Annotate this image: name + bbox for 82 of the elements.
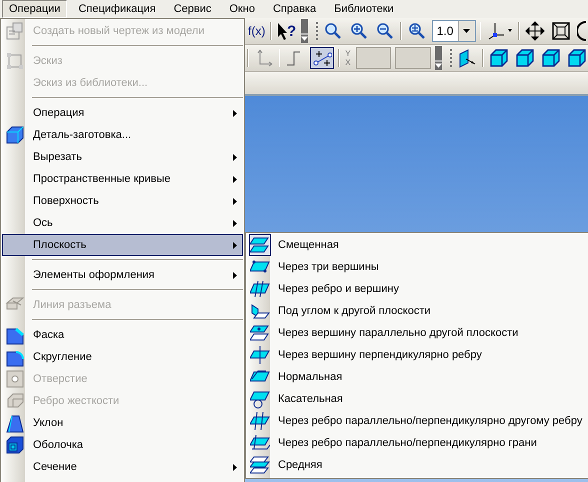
coordinate-field[interactable] (395, 47, 432, 69)
snap-button[interactable] (310, 47, 334, 69)
menu-bar-item[interactable]: Сервис (166, 0, 218, 18)
menu-item[interactable]: Средняя (247, 454, 588, 476)
menu-item[interactable]: Под углом к другой плоскости (247, 300, 588, 322)
menu-item[interactable]: Пространственные кривые (2, 168, 243, 190)
zoom-icon (323, 21, 344, 41)
menu-item[interactable]: Через три вершины (247, 256, 588, 278)
rotate-icon (577, 21, 588, 41)
cube-button[interactable] (540, 47, 562, 69)
scale-combo[interactable]: 1.0 (432, 20, 476, 42)
menu-item[interactable]: Фаска (2, 324, 243, 346)
zoom-scale-icon (406, 21, 427, 41)
menu-item[interactable]: Касательная (247, 388, 588, 410)
submenu-arrow-icon (233, 242, 237, 248)
toolbar-grip[interactable] (450, 49, 452, 67)
menu-item[interactable]: Плоскость (2, 234, 243, 256)
cursor-icon (276, 22, 287, 40)
menu-item[interactable]: Деталь-заготовка... (2, 124, 243, 146)
menu-bar-item[interactable]: Окно (222, 0, 262, 18)
cube-icon (567, 48, 588, 68)
cube-button[interactable] (566, 47, 588, 69)
menu-item[interactable]: Поверхность (2, 190, 243, 212)
shell-icon (5, 435, 25, 455)
submenu-arrow-icon (233, 220, 237, 226)
document-icon (5, 21, 25, 41)
coordinates-button[interactable]: Y X (344, 47, 352, 69)
caret-icon (301, 33, 308, 41)
snap-icon (312, 48, 332, 68)
menu-item[interactable]: Сечение (2, 456, 243, 478)
move-arrows-icon (525, 21, 546, 41)
menu-item[interactable]: Через ребро параллельно/перпендикулярно другому ребру (247, 410, 588, 432)
cube-icon (541, 48, 562, 68)
menu-item[interactable]: Через вершину перпендикулярно ребру (247, 344, 588, 366)
function-button[interactable]: f(x) (247, 20, 266, 42)
menu-item[interactable]: Операция (2, 102, 243, 124)
menu-bar-item[interactable]: Библиотеки (327, 0, 401, 18)
help-button[interactable]: ? (276, 20, 298, 42)
frame-icon (551, 21, 572, 41)
toolbar-overflow-button[interactable] (435, 46, 442, 70)
menu-item[interactable]: Через ребро параллельно/перпендикулярно грани (247, 432, 588, 454)
dropdown-button[interactable] (458, 21, 475, 41)
zoom-out-icon (375, 21, 396, 41)
coordinate-field[interactable] (356, 47, 392, 69)
cube-button[interactable] (488, 47, 510, 69)
pan-button[interactable] (524, 20, 546, 42)
menu-item[interactable]: Уклон (2, 412, 243, 434)
plane-icon (457, 48, 478, 68)
cube-icon (515, 48, 536, 68)
caret-icon (435, 60, 442, 68)
box-icon (5, 125, 25, 145)
menu-bar-item[interactable]: Спецификация (71, 0, 163, 18)
toolbar-grip[interactable] (316, 22, 318, 40)
menu-item[interactable]: Через вершину параллельно другой плоскости (247, 322, 588, 344)
menu-item[interactable]: Оболочка (2, 434, 243, 456)
menu-item[interactable]: Через ребро и вершину (247, 278, 588, 300)
submenu-arrow-icon (233, 176, 237, 182)
draft-icon (5, 413, 25, 433)
submenu-arrow-icon (233, 464, 237, 470)
menu-bar-item[interactable]: Операции (2, 0, 68, 18)
axes-icon (486, 21, 514, 41)
menu-item[interactable]: Смещенная (247, 234, 588, 256)
rotate-button[interactable] (576, 20, 588, 42)
frame-button[interactable] (550, 20, 572, 42)
menu-bar-item[interactable]: Справка (266, 0, 324, 18)
submenu-arrow-icon (233, 198, 237, 204)
submenu-arrow-icon (233, 110, 237, 116)
menu-item[interactable]: Ось (2, 212, 243, 234)
toolbar-overflow-button[interactable] (301, 19, 308, 43)
sketch-icon (5, 51, 25, 71)
hole-icon (5, 369, 25, 389)
menu-item[interactable]: Элементы оформления (2, 264, 243, 286)
chamfer-icon (5, 325, 25, 345)
menu-item[interactable]: Скругление (2, 346, 243, 368)
menu-item[interactable]: Нормальная (247, 366, 588, 388)
menu-item[interactable]: Вырезать (2, 146, 243, 168)
cube-icon (489, 48, 510, 68)
cube-button[interactable] (514, 47, 536, 69)
zoom-in-icon (349, 21, 370, 41)
submenu-arrow-icon (233, 272, 237, 278)
caret-icon (463, 29, 470, 33)
submenu-arrow-icon (233, 154, 237, 160)
